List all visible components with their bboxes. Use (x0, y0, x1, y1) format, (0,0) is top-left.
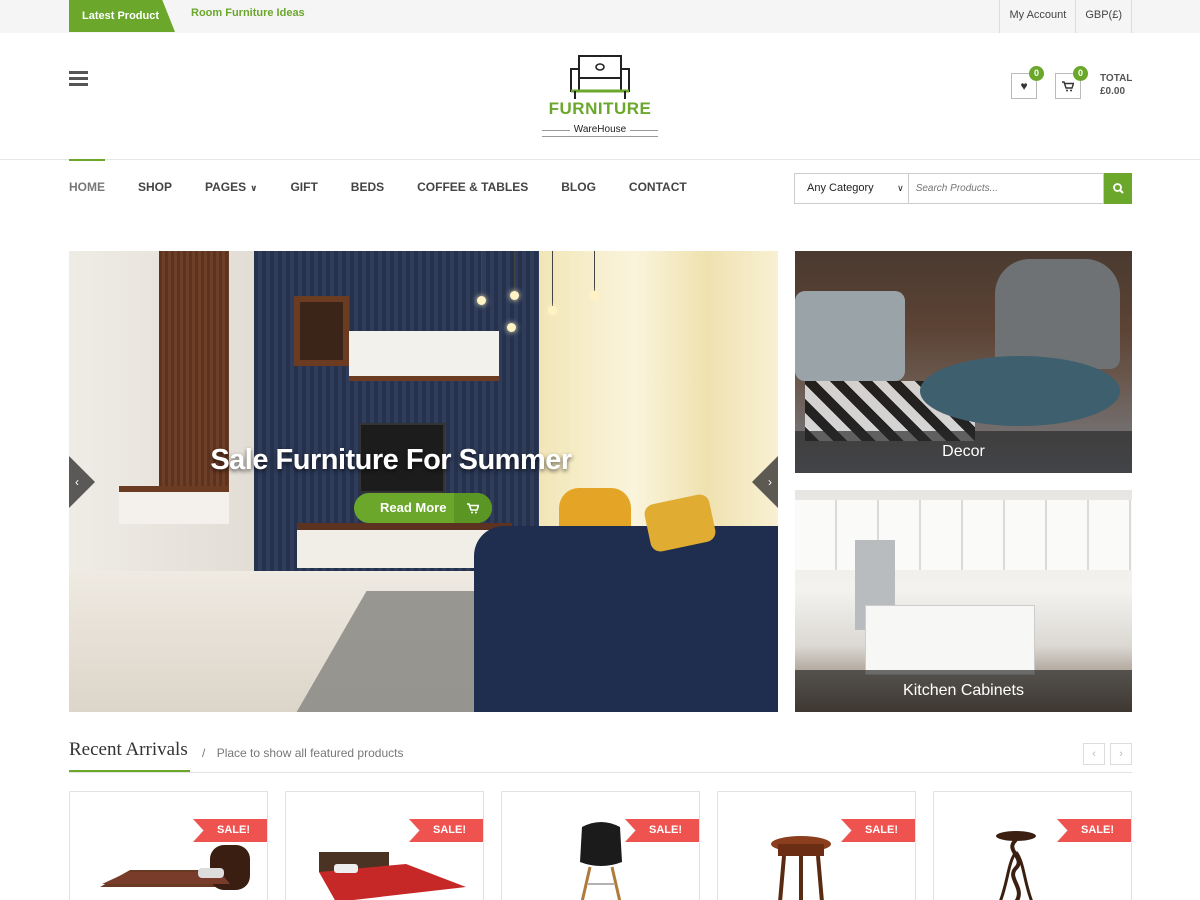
wishlist-count-badge: 0 (1029, 66, 1044, 81)
search-bar: Any Category ∨ (794, 173, 1132, 204)
hero-title: Sale Furniture For Summer (210, 444, 572, 476)
product-card[interactable]: SALE! (501, 791, 700, 900)
section-title-underline (69, 770, 190, 772)
section-divider (69, 772, 1132, 773)
decor-image-ottoman (795, 291, 905, 381)
total-label: TOTAL (1100, 73, 1133, 84)
hero-image-wall-box (294, 296, 349, 366)
product-image-bed (319, 852, 466, 900)
nav-pages[interactable]: PAGES ∨ (205, 159, 257, 219)
heart-icon: ♥ (1020, 79, 1028, 93)
kitchen-banner-label: Kitchen Cabinets (795, 670, 1132, 712)
product-card[interactable]: SALE! (69, 791, 268, 900)
read-more-label: Read More (380, 500, 447, 515)
nav-coffee-tables[interactable]: COFFEE & TABLES (417, 159, 528, 219)
hero-image-lamp (590, 291, 599, 300)
chevron-down-icon: ∨ (250, 183, 258, 193)
hero-image-lamp-wire (594, 251, 595, 291)
subtitle-text: Place to show all featured products (216, 746, 404, 760)
wishlist-button[interactable]: ♥ 0 (1011, 66, 1044, 99)
hero-image-lamp (507, 323, 516, 332)
hero-image-lamp-wire (481, 251, 482, 296)
product-image-side-table (771, 836, 831, 900)
cart-button[interactable]: 0 (1055, 66, 1088, 99)
carousel-next-icon[interactable]: › (1110, 743, 1132, 765)
nav-beds[interactable]: BEDS (351, 159, 384, 219)
hamburger-menu-icon[interactable] (69, 71, 88, 87)
product-image-pedestal-table (996, 831, 1036, 900)
hero-slider[interactable]: Sale Furniture For Summer Read More ‹ › (69, 251, 778, 712)
currency-selector[interactable]: GBP(£) (1075, 0, 1132, 33)
hero-image-lamp (510, 291, 519, 300)
search-input[interactable] (908, 173, 1105, 204)
hero-image-lamp (548, 306, 557, 315)
my-account-link[interactable]: My Account (999, 0, 1075, 33)
nav-gift[interactable]: GIFT (290, 159, 317, 219)
product-card[interactable]: SALE! (933, 791, 1132, 900)
hero-image-lamp (477, 296, 486, 305)
hero-image-cabinet (349, 331, 499, 381)
site-logo[interactable]: FURNITURE WareHouse (540, 55, 660, 137)
product-card[interactable]: SALE! (717, 791, 916, 900)
latest-product-tag: Latest Product (69, 0, 175, 32)
section-subtitle: / Place to show all featured products (202, 746, 403, 760)
cart-total[interactable]: TOTAL £0.00 (1100, 72, 1132, 98)
kitchen-image-cabinets (795, 500, 1132, 570)
hero-image-shelf (119, 486, 229, 524)
read-more-button[interactable]: Read More (354, 493, 492, 523)
category-select[interactable]: Any Category ∨ (794, 173, 909, 204)
sale-badge: SALE! (193, 819, 267, 842)
decor-image-armchair (995, 259, 1120, 369)
search-icon (1112, 183, 1124, 194)
hero-image-lamp-wire (552, 251, 553, 306)
product-image-bed (100, 845, 250, 890)
sale-badge: SALE! (409, 819, 483, 842)
category-select-value: Any Category (807, 182, 874, 194)
nav-home[interactable]: HOME (69, 159, 105, 219)
nav-pages-label: PAGES (205, 180, 247, 194)
main-nav: HOME SHOP PAGES ∨ GIFT BEDS COFFEE & TABL… (69, 159, 720, 219)
logo-subtitle: WareHouse (542, 124, 658, 137)
subtitle-separator: / (202, 746, 206, 760)
nav-contact[interactable]: CONTACT (629, 159, 687, 219)
cart-icon (454, 493, 492, 523)
top-bar: Latest Product Room Furniture Ideas My A… (0, 0, 1200, 33)
decor-image-tufted-ottoman (920, 356, 1120, 426)
sofa-logo-icon (570, 55, 630, 99)
total-value: £0.00 (1100, 86, 1126, 97)
kitchen-banner[interactable]: Kitchen Cabinets (795, 490, 1132, 712)
sale-badge: SALE! (625, 819, 699, 842)
nav-shop[interactable]: SHOP (138, 159, 172, 219)
logo-brand: FURNITURE (548, 99, 652, 118)
ticker-link[interactable]: Room Furniture Ideas (191, 0, 305, 26)
product-image-chair (580, 822, 622, 900)
search-button[interactable] (1104, 173, 1132, 204)
carousel-prev-icon[interactable]: ‹ (1083, 743, 1105, 765)
cart-icon (1062, 80, 1074, 91)
product-card[interactable]: SALE! (285, 791, 484, 900)
nav-blog[interactable]: BLOG (561, 159, 596, 219)
cart-count-badge: 0 (1073, 66, 1088, 81)
hero-image-lamp-wire (514, 251, 515, 291)
top-links: My Account GBP(£) (999, 0, 1132, 33)
chevron-down-icon: ∨ (897, 183, 904, 193)
kitchen-image-island (865, 605, 1035, 675)
sale-badge: SALE! (1057, 819, 1131, 842)
hero-image-sofa (474, 526, 778, 712)
sale-badge: SALE! (841, 819, 915, 842)
section-title: Recent Arrivals (69, 739, 188, 760)
decor-banner-label: Decor (795, 431, 1132, 473)
decor-banner[interactable]: Decor (795, 251, 1132, 473)
